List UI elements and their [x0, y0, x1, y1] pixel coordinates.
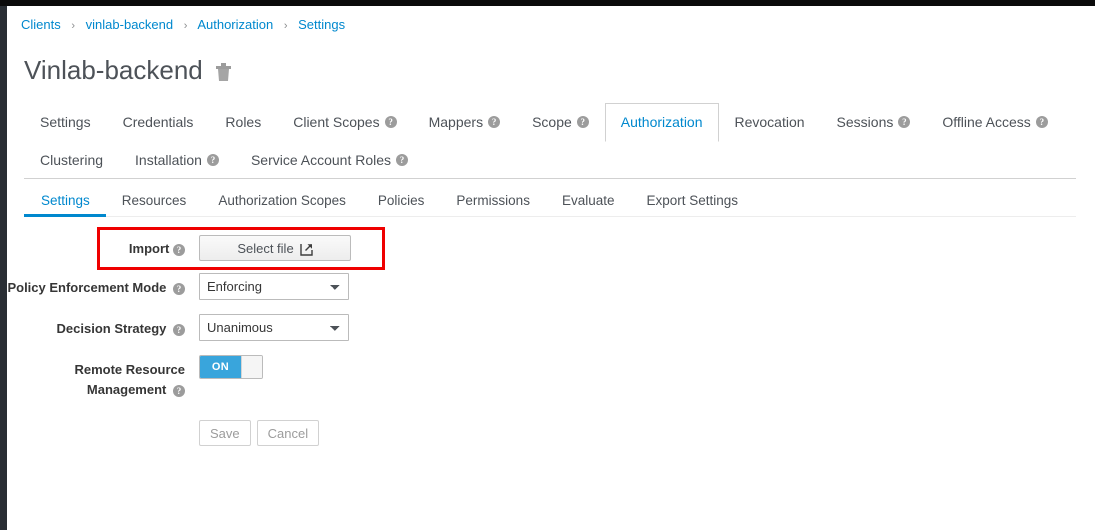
help-icon[interactable]: ? — [898, 116, 911, 128]
tab-roles[interactable]: Roles — [209, 103, 277, 142]
subtab-settings[interactable]: Settings — [24, 187, 106, 217]
help-icon[interactable]: ? — [1035, 116, 1048, 128]
authorization-settings-form: Import ? Select file Policy Enforcement … — [7, 217, 1095, 446]
subtab-policies[interactable]: Policies — [362, 187, 441, 217]
decision-strategy-select[interactable]: Unanimous — [199, 314, 349, 341]
help-icon[interactable]: ? — [206, 154, 219, 166]
subtab-resources[interactable]: Resources — [106, 187, 203, 217]
cancel-button[interactable]: Cancel — [256, 420, 320, 446]
tab-label: Scope — [532, 114, 572, 130]
breadcrumb-item-vinlab-backend[interactable]: vinlab-backend — [86, 17, 173, 32]
select-file-button[interactable]: Select file — [199, 235, 351, 261]
help-icon[interactable]: ? — [384, 116, 397, 128]
tab-mappers[interactable]: Mappers ? — [413, 103, 516, 142]
tab-label: Credentials — [122, 114, 194, 130]
import-row: Import ? Select file — [7, 227, 1095, 270]
breadcrumb-item-authorization[interactable]: Authorization — [197, 17, 273, 32]
tab-label: Revocation — [734, 114, 805, 130]
breadcrumb-separator-icon: › — [183, 20, 188, 32]
select-file-label: Select file — [237, 240, 294, 256]
import-control: Select file — [199, 235, 1095, 261]
import-label: Import — [128, 241, 170, 256]
save-button[interactable]: Save — [199, 420, 251, 446]
policy-enforcement-mode-label: Policy Enforcement Mode — [7, 280, 167, 295]
tab-authorization[interactable]: Authorization — [604, 103, 719, 142]
tab-revocation[interactable]: Revocation — [719, 103, 821, 142]
tab-service-account-roles[interactable]: Service Account Roles ? — [235, 141, 424, 180]
decision-strategy-label-wrap: Decision Strategy ? — [7, 314, 199, 339]
primary-tab-bar: Settings Credentials Roles Client Scopes… — [24, 103, 1086, 179]
actions-spacer — [7, 420, 199, 425]
breadcrumb-item-clients[interactable]: Clients — [21, 17, 61, 32]
page-header: Vinlab-backend — [7, 35, 1095, 85]
tab-client-scopes[interactable]: Client Scopes ? — [277, 103, 412, 142]
tab-label: Installation — [135, 152, 202, 168]
remote-resource-management-row: Remote Resource Management ? ON — [7, 355, 1095, 400]
help-icon[interactable]: ? — [173, 243, 185, 256]
decision-strategy-control: Unanimous — [199, 314, 1095, 341]
help-icon[interactable]: ? — [576, 116, 589, 128]
help-icon[interactable]: ? — [173, 323, 185, 336]
policy-enforcement-mode-control: Enforcing — [199, 273, 1095, 300]
sidebar-strip — [0, 6, 7, 530]
policy-enforcement-mode-label-wrap: Policy Enforcement Mode ? — [7, 273, 199, 298]
tab-clustering[interactable]: Clustering — [24, 141, 119, 180]
tab-offline-access[interactable]: Offline Access ? — [926, 103, 1063, 142]
tab-installation[interactable]: Installation ? — [119, 141, 235, 180]
breadcrumb-separator-icon: › — [283, 20, 288, 32]
help-icon[interactable]: ? — [173, 282, 185, 295]
tab-sessions[interactable]: Sessions ? — [821, 103, 927, 142]
tab-label: Mappers — [428, 114, 484, 130]
toggle-state-label: ON — [200, 356, 241, 378]
subtab-permissions[interactable]: Permissions — [440, 187, 546, 217]
import-label-wrap: Import ? — [7, 235, 199, 256]
subtab-evaluate[interactable]: Evaluate — [546, 187, 631, 217]
help-icon[interactable]: ? — [488, 116, 501, 128]
toggle-knob — [241, 356, 262, 378]
subtab-authorization-scopes[interactable]: Authorization Scopes — [202, 187, 362, 217]
tab-label: Client Scopes — [293, 114, 380, 130]
tab-settings[interactable]: Settings — [24, 103, 107, 142]
policy-enforcement-mode-row: Policy Enforcement Mode ? Enforcing — [7, 273, 1095, 300]
tab-credentials[interactable]: Credentials — [107, 103, 210, 142]
remote-resource-management-control: ON — [199, 355, 1095, 379]
help-icon[interactable]: ? — [396, 154, 409, 166]
tab-scope[interactable]: Scope ? — [516, 103, 605, 142]
help-icon[interactable]: ? — [173, 384, 185, 397]
trash-icon[interactable] — [215, 62, 232, 82]
tab-label: Clustering — [40, 152, 104, 168]
tab-label: Authorization — [620, 114, 703, 130]
sub-tab-bar: Settings Resources Authorization Scopes … — [24, 187, 1086, 217]
upload-icon — [299, 243, 313, 256]
breadcrumb-item-settings[interactable]: Settings — [298, 17, 345, 32]
tab-label: Roles — [225, 114, 262, 130]
decision-strategy-label: Decision Strategy — [56, 321, 167, 336]
main-content: Clients › vinlab-backend › Authorization… — [7, 6, 1095, 530]
tab-label: Settings — [40, 114, 91, 130]
tab-label: Offline Access — [942, 114, 1031, 130]
form-actions-row: Save Cancel — [7, 420, 1095, 446]
decision-strategy-row: Decision Strategy ? Unanimous — [7, 314, 1095, 341]
tab-label: Service Account Roles — [250, 152, 392, 168]
subtab-export-settings[interactable]: Export Settings — [631, 187, 755, 217]
policy-enforcement-mode-select[interactable]: Enforcing — [199, 273, 349, 300]
breadcrumb: Clients › vinlab-backend › Authorization… — [7, 6, 1095, 35]
remote-resource-management-toggle[interactable]: ON — [199, 355, 263, 379]
remote-resource-management-label: Remote Resource Management — [74, 362, 185, 397]
page-title: Vinlab-backend — [24, 55, 203, 85]
form-actions: Save Cancel — [199, 420, 1095, 446]
tab-label: Sessions — [836, 114, 894, 130]
remote-resource-management-label-wrap: Remote Resource Management ? — [7, 355, 199, 400]
breadcrumb-separator-icon: › — [71, 20, 76, 32]
